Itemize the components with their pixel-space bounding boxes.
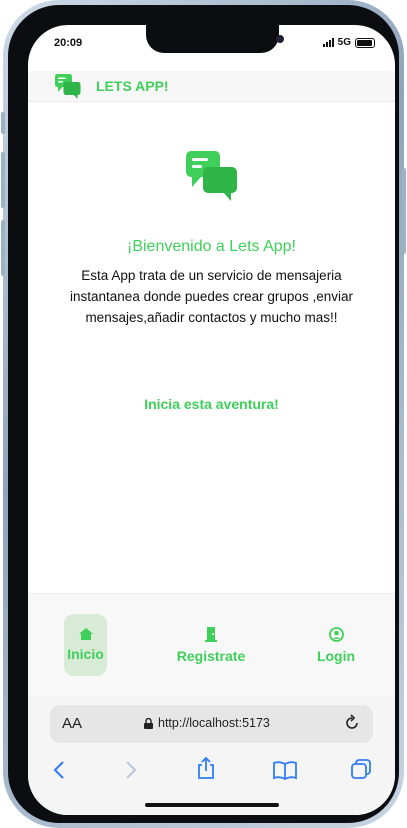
nav-label-login: Login [316, 647, 356, 664]
text-size-button[interactable]: AA [62, 715, 82, 732]
chat-bubbles-logo-icon[interactable] [54, 72, 82, 100]
lock-icon [144, 717, 153, 729]
nav-item-inicio[interactable]: Inicio [64, 614, 107, 676]
url-text: http://localhost:5173 [158, 716, 270, 730]
share-icon[interactable] [196, 756, 216, 780]
app-header: LETS APP! [28, 71, 395, 102]
notch [146, 25, 284, 53]
reload-icon[interactable] [343, 714, 361, 732]
side-button [1, 152, 5, 208]
start-adventure-link[interactable]: Inicia esta aventura! [28, 396, 395, 412]
network-label: 5G [337, 37, 351, 48]
nav-label-inicio: Inicio [67, 646, 104, 662]
bezel: 20:09 5G LETS APP! ¡Bienvenido a Lets Ap… [8, 5, 399, 823]
battery-icon [355, 37, 375, 48]
forward-icon[interactable] [124, 760, 138, 780]
bottom-navigation: Inicio Registrate Login [28, 593, 395, 697]
signal-icon [322, 38, 334, 47]
nav-label-registrate: Registrate [176, 647, 246, 664]
camera [276, 35, 284, 43]
app-description: Esta App trata de un servicio de mensaje… [70, 268, 353, 325]
nav-item-registrate[interactable]: Registrate [174, 614, 248, 676]
back-icon[interactable] [52, 760, 66, 780]
status-indicators: 5G [322, 37, 375, 48]
side-button [1, 220, 5, 276]
side-button [402, 168, 406, 254]
side-button [1, 112, 5, 134]
tabs-icon[interactable] [350, 758, 372, 780]
status-time: 20:09 [54, 37, 83, 49]
bookmarks-icon[interactable] [272, 760, 298, 780]
home-indicator[interactable] [145, 803, 279, 807]
browser-chrome: AA http://localhost:5173 [28, 696, 395, 815]
nav-item-login[interactable]: Login [314, 614, 358, 676]
phone-frame: 20:09 5G LETS APP! ¡Bienvenido a Lets Ap… [1, 0, 406, 828]
address-bar[interactable]: AA http://localhost:5173 [50, 705, 373, 743]
user-circle-icon [328, 626, 344, 642]
home-icon [78, 628, 93, 640]
welcome-heading: ¡Bienvenido a Lets App! [126, 238, 296, 255]
app-title[interactable]: LETS APP! [96, 78, 169, 94]
screen: 20:09 5G LETS APP! ¡Bienvenido a Lets Ap… [28, 25, 395, 815]
url-display[interactable]: http://localhost:5173 [144, 716, 270, 730]
chat-bubbles-icon [186, 151, 237, 201]
door-icon [205, 626, 217, 642]
